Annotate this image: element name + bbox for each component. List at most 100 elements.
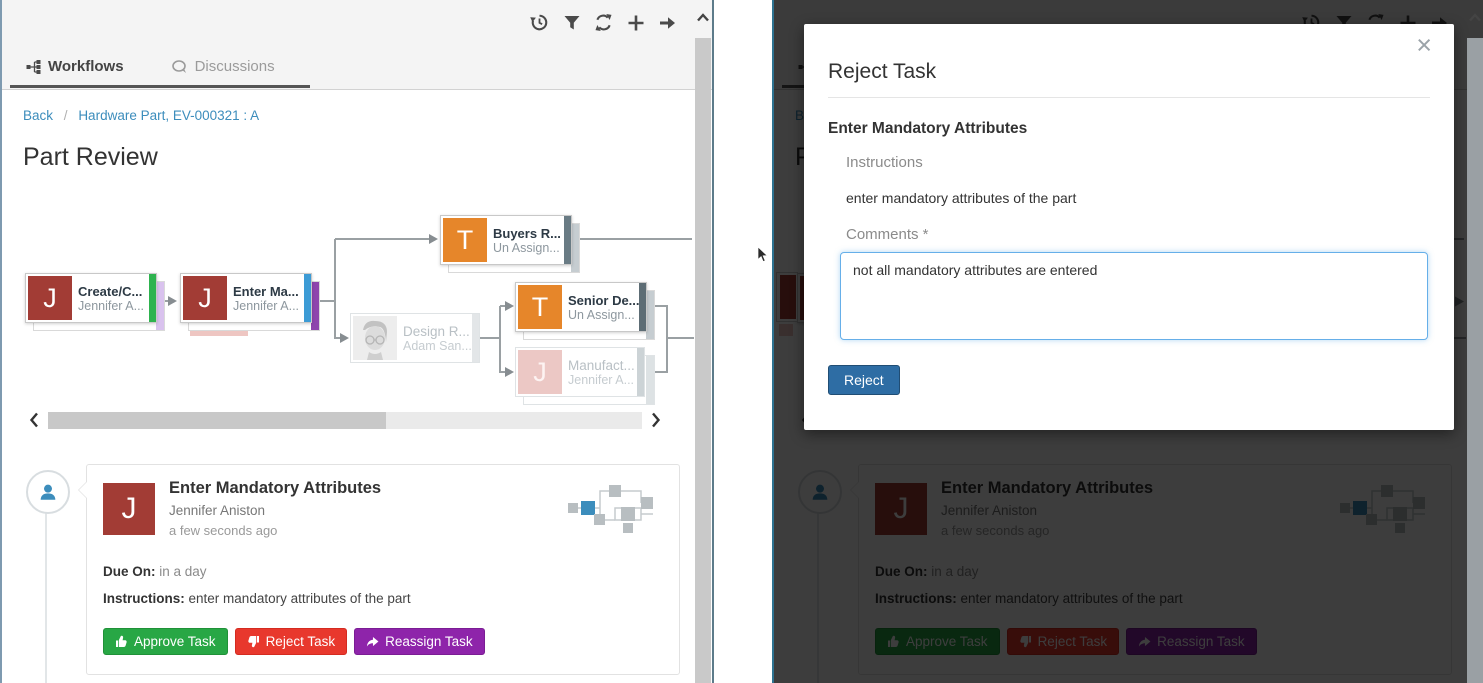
node-assignee: Adam San... bbox=[403, 339, 472, 353]
node-status-bar bbox=[311, 282, 319, 330]
modal-title: Reject Task bbox=[828, 60, 936, 84]
page-title: Part Review bbox=[23, 143, 158, 172]
instructions-row: Instructions: enter mandatory attributes… bbox=[103, 591, 411, 606]
workflow-node-buyers[interactable]: T Buyers R... Un Assign... bbox=[440, 215, 572, 265]
approve-task-button[interactable]: Approve Task bbox=[103, 628, 228, 655]
node-status-bar bbox=[637, 348, 644, 396]
workflow-mini-map-icon[interactable] bbox=[567, 481, 655, 533]
instructions-value: enter mandatory attributes of the part bbox=[189, 591, 411, 606]
scroll-right-icon[interactable] bbox=[650, 411, 662, 429]
node-assignee: Un Assign... bbox=[493, 241, 561, 255]
task-type-icon: J bbox=[183, 276, 227, 320]
node-assignee: Jennifer A... bbox=[568, 373, 635, 387]
breadcrumb: Back / Hardware Part, EV-000321 : A bbox=[23, 108, 259, 123]
tab-workflows-label: Workflows bbox=[48, 58, 124, 75]
workflow-node-design[interactable]: Design R... Adam San... bbox=[350, 313, 480, 363]
node-title: Design R... bbox=[403, 324, 472, 339]
forward-arrow-icon[interactable] bbox=[658, 13, 677, 32]
tab-workflows[interactable]: Workflows bbox=[26, 58, 124, 75]
node-title: Manufact... bbox=[568, 358, 635, 373]
workflow-node-create[interactable]: J Create/C... Jennifer A... bbox=[25, 273, 157, 323]
scroll-up-icon[interactable] bbox=[1468, 12, 1482, 23]
breadcrumb-current-link[interactable]: Hardware Part, EV-000321 : A bbox=[78, 108, 259, 123]
screenshot-stage: Workflows Discussions Back / Hardware Pa… bbox=[0, 0, 1483, 683]
node-title: Enter Ma... bbox=[233, 284, 299, 299]
discussions-icon bbox=[172, 60, 188, 74]
node-status-bar bbox=[571, 224, 579, 272]
history-icon[interactable] bbox=[530, 13, 549, 32]
node-status-bar bbox=[564, 216, 571, 264]
node-status-bar bbox=[646, 356, 654, 404]
breadcrumb-back-link[interactable]: Back bbox=[23, 108, 53, 123]
node-status-bar bbox=[156, 282, 164, 330]
vertical-scrollbar-thumb[interactable] bbox=[1467, 38, 1483, 683]
node-status-bar bbox=[472, 314, 479, 362]
timeline-line bbox=[45, 512, 47, 683]
due-value: in a day bbox=[159, 564, 206, 579]
node-title: Senior De... bbox=[568, 293, 640, 308]
filter-icon[interactable] bbox=[562, 13, 581, 32]
modal-comments-label: Comments * bbox=[846, 226, 929, 243]
node-title: Create/C... bbox=[78, 284, 144, 299]
reassign-task-button[interactable]: Reassign Task bbox=[354, 628, 485, 655]
task-type-icon: T bbox=[518, 285, 562, 329]
tab-discussions-label: Discussions bbox=[195, 58, 275, 75]
node-assignee: Jennifer A... bbox=[233, 299, 299, 313]
task-assignee: Jennifer Aniston bbox=[169, 503, 265, 518]
node-assignee: Un Assign... bbox=[568, 308, 640, 322]
vertical-scrollbar[interactable] bbox=[1466, 0, 1483, 683]
task-initial-icon: J bbox=[103, 483, 155, 535]
scroll-up-icon[interactable] bbox=[696, 12, 710, 23]
instructions-label: Instructions: bbox=[103, 591, 185, 606]
workflow-screen-dimmed: Workflows Discussions Back / Hardware Pa… bbox=[772, 0, 1483, 683]
mouse-cursor bbox=[757, 247, 768, 263]
share-arrow-icon bbox=[366, 636, 379, 648]
workflows-icon bbox=[26, 60, 41, 74]
task-type-icon: T bbox=[443, 218, 487, 262]
diagram-toolbar bbox=[530, 13, 677, 32]
workflow-screen: Workflows Discussions Back / Hardware Pa… bbox=[0, 0, 714, 683]
modal-instructions-text: enter mandatory attributes of the part bbox=[846, 190, 1076, 206]
comments-textarea[interactable]: not all mandatory attributes are entered bbox=[840, 252, 1428, 340]
node-assignee: Jennifer A... bbox=[78, 299, 144, 313]
tab-bar: Workflows Discussions bbox=[26, 58, 275, 75]
task-card: J Enter Mandatory Attributes Jennifer An… bbox=[86, 464, 680, 675]
modal-divider bbox=[828, 97, 1430, 98]
task-timestamp: a few seconds ago bbox=[169, 523, 277, 538]
workflow-node-senior[interactable]: T Senior De... Un Assign... bbox=[515, 282, 647, 332]
breadcrumb-separator: / bbox=[64, 108, 68, 123]
reject-task-modal: Reject Task × Enter Mandatory Attributes… bbox=[804, 24, 1454, 430]
modal-task-title: Enter Mandatory Attributes bbox=[828, 120, 1027, 138]
due-row: Due On: in a day bbox=[103, 564, 207, 579]
node-title: Buyers R... bbox=[493, 226, 561, 241]
refresh-icon[interactable] bbox=[594, 13, 613, 32]
add-icon[interactable] bbox=[626, 13, 645, 32]
task-type-icon: J bbox=[28, 276, 72, 320]
modal-instructions-label: Instructions bbox=[846, 154, 923, 171]
assignee-photo bbox=[353, 316, 397, 360]
workflow-node-enter[interactable]: J Enter Ma... Jennifer A... bbox=[180, 273, 312, 323]
horizontal-scrollbar[interactable] bbox=[48, 412, 642, 429]
timeline-user-avatar bbox=[26, 470, 70, 514]
approve-task-label: Approve Task bbox=[134, 634, 216, 649]
node-status-bar bbox=[304, 274, 311, 322]
workflow-node-manufacturing[interactable]: J Manufact... Jennifer A... bbox=[515, 347, 645, 397]
node-status-bar bbox=[646, 291, 654, 339]
task-title: Enter Mandatory Attributes bbox=[169, 479, 381, 498]
horizontal-scrollbar-thumb[interactable] bbox=[48, 412, 386, 429]
task-type-icon: J bbox=[518, 350, 562, 394]
node-status-bar bbox=[149, 274, 156, 322]
scroll-left-icon[interactable] bbox=[28, 411, 40, 429]
reject-task-label: Reject Task bbox=[266, 634, 336, 649]
thumbs-down-icon bbox=[247, 635, 260, 648]
reject-task-button[interactable]: Reject Task bbox=[235, 628, 348, 655]
thumbs-up-icon bbox=[115, 635, 128, 648]
tab-discussions[interactable]: Discussions bbox=[172, 58, 275, 75]
task-actions: Approve Task Reject Task bbox=[103, 628, 485, 655]
node-status-bar bbox=[639, 283, 646, 331]
due-label: Due On: bbox=[103, 564, 156, 579]
reassign-task-label: Reassign Task bbox=[385, 634, 473, 649]
active-tab-underline bbox=[10, 85, 310, 88]
modal-reject-button[interactable]: Reject bbox=[828, 365, 900, 395]
close-icon[interactable]: × bbox=[1416, 32, 1432, 59]
